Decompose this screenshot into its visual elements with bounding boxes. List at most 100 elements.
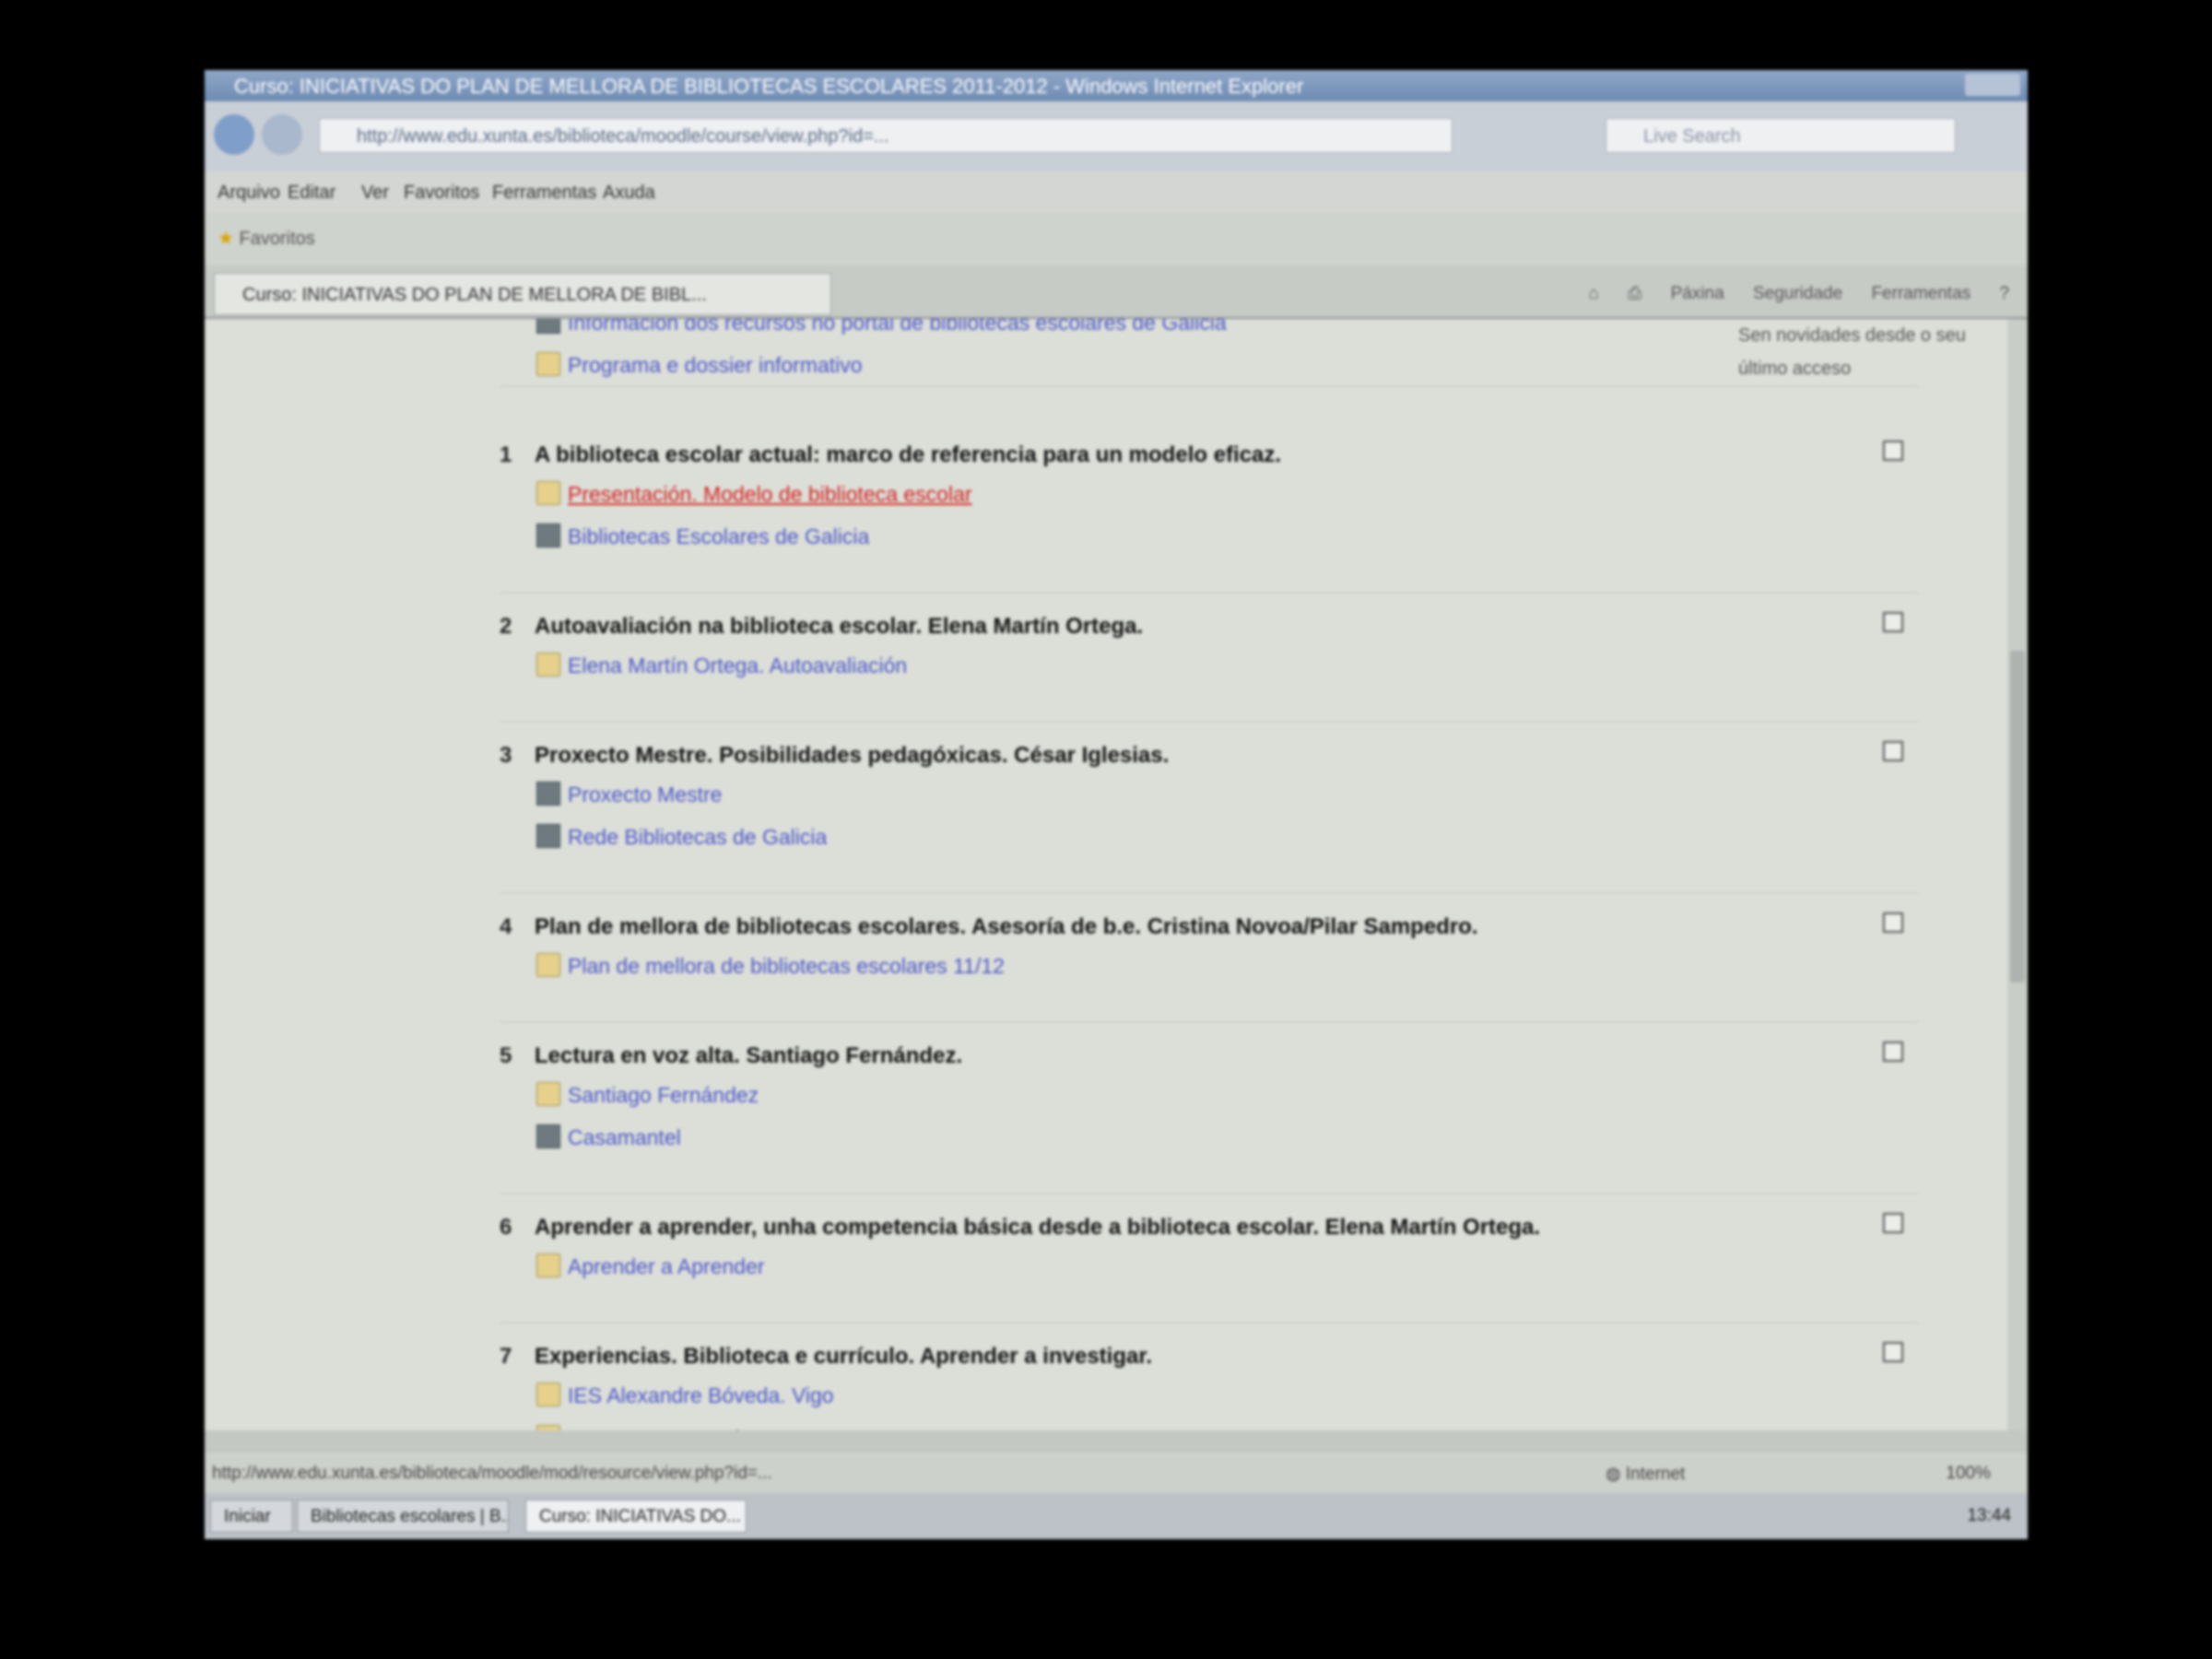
doc-icon	[536, 524, 560, 547]
resource-label: Aprender a Aprender	[568, 1254, 765, 1278]
resource-label: Programa e dossier informativo	[568, 353, 863, 377]
resource-link[interactable]: Casamantel	[536, 1124, 681, 1150]
folder-icon	[536, 1253, 560, 1277]
section-title: A biblioteca escolar actual: marco de re…	[535, 442, 1282, 467]
star-icon: ★	[218, 229, 234, 249]
resource-label: Rede Bibliotecas de Galicia	[568, 825, 828, 849]
section-title: Experiencias. Biblioteca e currículo. Ap…	[535, 1344, 1153, 1369]
section-title: Proxecto Mestre. Posibilidades pedagóxic…	[535, 743, 1170, 768]
section-5: 5 Lectura en voz alta. Santiago Fernández…	[500, 1021, 1919, 1194]
section-2: 2 Autoavaliación na biblioteca escolar. E…	[500, 592, 1919, 723]
window-controls[interactable]	[1965, 74, 2020, 96]
section-number: 3	[500, 743, 512, 768]
menu-help[interactable]: Axuda	[603, 182, 655, 204]
zoom-level[interactable]: 100%	[1946, 1464, 1991, 1484]
section-checkbox[interactable]	[1883, 612, 1903, 632]
address-bar-row: http://www.edu.xunta.es/biblioteca/moodl…	[205, 101, 2028, 171]
resource-label: Plan de mellora de bibliotecas escolares…	[568, 954, 1005, 978]
tools-menu[interactable]: Ferramentas	[1871, 284, 1971, 303]
print-icon[interactable]: ⎙	[1628, 284, 1641, 303]
resource-label: Santiago Fernández	[568, 1083, 759, 1107]
section-1: 1 A biblioteca escolar actual: marco de r…	[500, 420, 1919, 594]
back-button[interactable]	[214, 114, 254, 155]
section-checkbox[interactable]	[1883, 741, 1903, 761]
folder-icon	[536, 953, 560, 977]
forward-button[interactable]	[262, 114, 302, 155]
section-checkbox[interactable]	[1883, 912, 1903, 933]
resource-link[interactable]: Bibliotecas Escolares de Galicia	[536, 524, 869, 549]
section-3: 3 Proxecto Mestre. Posibilidades pedagóxi…	[500, 721, 1919, 894]
section-number: 1	[500, 442, 512, 467]
window-title: Curso: INICIATIVAS DO PLAN DE MELLORA DE…	[234, 75, 1304, 98]
resource-link[interactable]: Información dos recursos no portal de bi…	[536, 319, 1227, 335]
menu-edit[interactable]: Editar	[288, 182, 335, 204]
vertical-scrollbar[interactable]	[2007, 319, 2028, 1430]
resource-link[interactable]: Programa e dossier informativo	[536, 352, 863, 378]
page-menu[interactable]: Páxina	[1671, 284, 1724, 303]
command-bar: ⌂ ⎙ Páxina Seguridade Ferramentas ?	[1564, 284, 2009, 304]
taskbar-item-bibliotecas[interactable]: Bibliotecas escolares | B...	[297, 1500, 509, 1533]
resource-link[interactable]: Santiago Fernández	[536, 1082, 759, 1108]
browser-window: Curso: INICIATIVAS DO PLAN DE MELLORA DE…	[205, 70, 2028, 1539]
resource-label: Presentación. Modelo de biblioteca escol…	[568, 482, 972, 506]
section-checkbox[interactable]	[1883, 1342, 1903, 1362]
resource-link[interactable]: Proxecto Mestre	[536, 782, 722, 807]
folder-icon	[536, 481, 560, 505]
resource-link[interactable]: Presentación. Modelo de biblioteca escol…	[536, 481, 972, 507]
search-input[interactable]: Live Search	[1606, 118, 1956, 153]
doc-icon	[536, 782, 560, 806]
section-title: Autoavaliación na biblioteca escolar. El…	[535, 614, 1144, 639]
scroll-thumb[interactable]	[2010, 651, 2025, 982]
status-bar: http://www.edu.xunta.es/biblioteca/moodl…	[205, 1453, 2028, 1493]
folder-icon	[536, 1382, 560, 1406]
menu-view[interactable]: Ver	[361, 182, 389, 204]
home-icon[interactable]: ⌂	[1588, 284, 1598, 303]
globe-icon: ◍	[1606, 1465, 1621, 1484]
taskbar: Iniciar Bibliotecas escolares | B... Cur…	[205, 1493, 2028, 1539]
taskbar-item-course[interactable]: Curso: INICIATIVAS DO...	[525, 1500, 747, 1533]
resource-link[interactable]: Elena Martín Ortega. Autoavaliación	[536, 653, 907, 678]
section-checkbox[interactable]	[1883, 1213, 1903, 1233]
doc-icon	[536, 319, 560, 334]
tab-bar: Curso: INICIATIVAS DO PLAN DE MELLORA DE…	[205, 265, 2028, 319]
section-7: 7 Experiencias. Biblioteca e currículo. A…	[500, 1322, 1919, 1430]
resource-link[interactable]: IES Alexandre Bóveda. Vigo	[536, 1382, 834, 1408]
section-title: Aprender a aprender, unha competencia bá…	[535, 1215, 1541, 1240]
doc-icon	[536, 1124, 560, 1148]
section-number: 7	[500, 1344, 512, 1369]
section-number: 5	[500, 1043, 512, 1068]
folder-icon	[536, 653, 560, 677]
section-title: Lectura en voz alta. Santiago Fernández.	[535, 1043, 963, 1068]
favorites-button[interactable]: ★ Favoritos	[218, 227, 315, 250]
resource-link[interactable]: Aprender a Aprender	[536, 1253, 765, 1279]
menu-favorites[interactable]: Favoritos	[404, 182, 479, 204]
status-url: http://www.edu.xunta.es/biblioteca/moodl…	[212, 1464, 772, 1483]
resource-label: Casamantel	[568, 1125, 681, 1149]
security-menu[interactable]: Seguridade	[1753, 284, 1842, 303]
tab-course[interactable]: Curso: INICIATIVAS DO PLAN DE MELLORA DE…	[214, 273, 831, 315]
start-button[interactable]: Iniciar	[210, 1500, 293, 1533]
resource-label: Proxecto Mestre	[568, 782, 723, 806]
section-checkbox[interactable]	[1883, 1041, 1903, 1062]
section-4: 4 Plan de mellora de bibliotecas escolare…	[500, 892, 1919, 1023]
section-number: 2	[500, 614, 512, 639]
menu-bar: Arquivo Editar Ver Favoritos Ferramentas…	[205, 171, 2028, 212]
resource-label: Elena Martín Ortega. Autoavaliación	[568, 653, 908, 677]
title-bar: Curso: INICIATIVAS DO PLAN DE MELLORA DE…	[205, 70, 2028, 101]
section-checkbox[interactable]	[1883, 441, 1903, 461]
section-number: 6	[500, 1215, 512, 1240]
horizontal-scrollbar[interactable]	[205, 1430, 2028, 1453]
section-6: 6 Aprender a aprender, unha competencia b…	[500, 1193, 1919, 1324]
folder-icon	[536, 352, 560, 376]
status-zone: ◍ Internet	[1606, 1465, 1686, 1484]
address-input[interactable]: http://www.edu.xunta.es/biblioteca/moodl…	[319, 118, 1453, 153]
menu-file[interactable]: Arquivo	[218, 182, 280, 204]
resource-label: Bibliotecas Escolares de Galicia	[568, 524, 870, 548]
clock: 13:44	[1967, 1506, 2011, 1525]
resource-label: IES Alexandre Bóveda. Vigo	[568, 1383, 834, 1407]
resource-link[interactable]: Rede Bibliotecas de Galicia	[536, 824, 827, 850]
help-icon[interactable]: ?	[1999, 284, 2009, 303]
resource-link[interactable]: Plan de mellora de bibliotecas escolares…	[536, 953, 1005, 979]
section-number: 4	[500, 914, 512, 939]
menu-tools[interactable]: Ferramentas	[492, 182, 596, 204]
